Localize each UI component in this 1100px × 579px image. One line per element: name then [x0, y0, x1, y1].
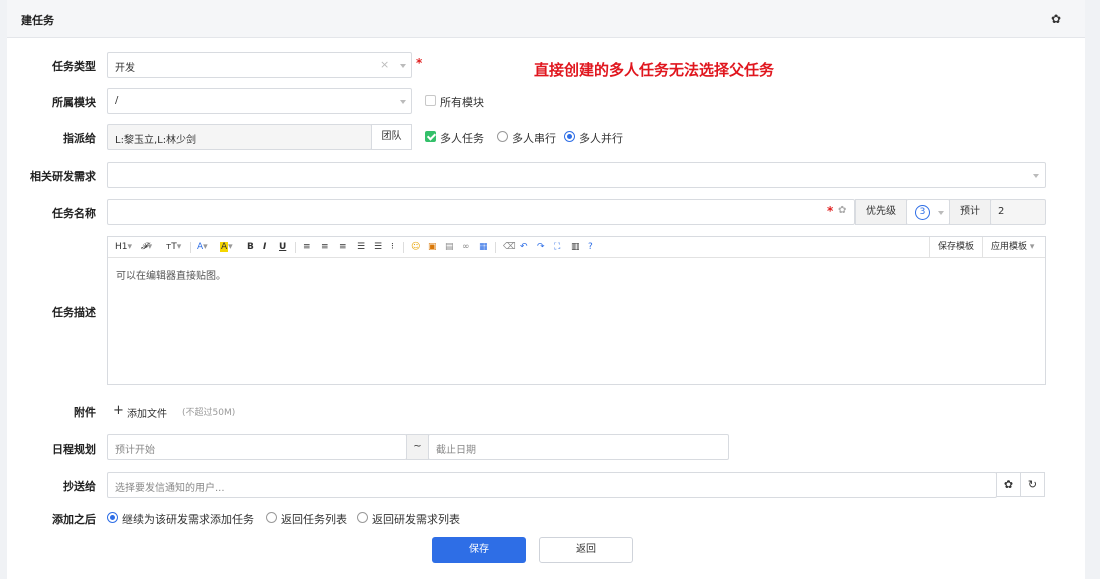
chevron-down-icon — [400, 64, 406, 68]
all-modules-label: 所有模块 — [440, 96, 484, 109]
task-name-input[interactable]: * ✿ — [107, 199, 855, 225]
required-marker: * — [416, 56, 423, 70]
toolbar-separator — [495, 242, 496, 253]
after-option-task-list-label: 返回任务列表 — [281, 513, 347, 526]
after-create-label: 添加之后 — [52, 513, 96, 526]
add-file-button[interactable]: 添加文件 — [127, 405, 167, 420]
background-color-button[interactable]: A▾ — [220, 241, 233, 253]
task-type-label: 任务类型 — [52, 60, 96, 73]
heading-button[interactable]: H1▾ — [115, 241, 132, 253]
after-option-continue-label: 继续为该研发需求添加任务 — [122, 513, 254, 526]
after-option-task-list-radio[interactable] — [266, 512, 277, 523]
help-icon[interactable]: ? — [588, 241, 593, 253]
page-title: 建任务 — [21, 14, 54, 27]
redo-icon[interactable]: ↷ — [537, 241, 545, 253]
parallel-label: 多人并行 — [579, 132, 623, 145]
eraser-icon[interactable]: ⌫ — [503, 241, 516, 253]
story-label: 相关研发需求 — [30, 170, 96, 183]
assignee-value: L:黎玉立,L:林少剑 — [115, 135, 197, 146]
toolbar-separator — [403, 242, 404, 253]
module-select[interactable]: / — [107, 88, 412, 114]
task-name-label: 任务名称 — [52, 207, 96, 220]
description-editor[interactable]: H1▾ 𝓕▾ тT▾ A▾ A▾ B I U ≡ ≡ ≡ ☰ ☰ ⁝ ☺ ▣ ▤… — [107, 236, 1046, 385]
bold-button[interactable]: B — [247, 241, 254, 253]
ordered-list-icon[interactable]: ☰ — [357, 241, 365, 253]
indent-icon[interactable]: ⁝ — [391, 241, 394, 253]
editor-placeholder: 可以在编辑器直接贴图。 — [116, 271, 226, 282]
palette-icon[interactable]: ✿ — [838, 205, 846, 216]
unordered-list-icon[interactable]: ☰ — [374, 241, 382, 253]
task-type-value: 开发 — [115, 63, 135, 74]
assignee-field[interactable]: L:黎玉立,L:林少剑 — [107, 124, 372, 150]
link-icon[interactable]: ∞ — [462, 241, 470, 253]
chevron-down-icon — [400, 100, 406, 104]
multi-task-label: 多人任务 — [440, 132, 484, 145]
multi-task-note: 直接创建的多人任务无法选择父任务 — [534, 61, 775, 79]
gear-icon[interactable]: ✿ — [996, 472, 1021, 497]
end-date-placeholder: 截止日期 — [436, 445, 476, 456]
end-date-input[interactable]: 截止日期 — [428, 434, 729, 460]
align-right-icon[interactable]: ≡ — [339, 241, 347, 253]
attachment-label: 附件 — [74, 406, 96, 419]
apply-template-button[interactable]: 应用模板 ▾ — [982, 237, 1042, 257]
priority-select[interactable]: 3 — [906, 199, 950, 225]
priority-value: 3 — [915, 205, 930, 220]
gear-icon[interactable]: ✿ — [1049, 12, 1063, 26]
multi-task-checkbox[interactable] — [425, 131, 436, 142]
chevron-down-icon — [938, 211, 944, 215]
font-size-button[interactable]: тT▾ — [166, 241, 181, 253]
undo-icon[interactable]: ↶ — [520, 241, 528, 253]
fullscreen-icon[interactable]: ⛶ — [554, 241, 560, 253]
priority-label: 优先级 — [855, 199, 907, 225]
after-option-story-list-label: 返回研发需求列表 — [372, 513, 460, 526]
source-icon[interactable]: ▥ — [571, 241, 580, 253]
file-size-limit: (不超过50M) — [182, 408, 236, 418]
estimate-input[interactable]: 2 — [990, 199, 1046, 225]
start-date-input[interactable]: 预计开始 — [107, 434, 407, 460]
mailto-placeholder: 选择要发信通知的用户... — [115, 483, 225, 494]
align-left-icon[interactable]: ≡ — [303, 241, 311, 253]
align-center-icon[interactable]: ≡ — [321, 241, 329, 253]
mailto-label: 抄送给 — [63, 480, 96, 493]
parallel-radio[interactable] — [564, 131, 575, 142]
font-color-button[interactable]: A▾ — [197, 241, 208, 253]
panel-header: 建任务 ✿ — [7, 0, 1085, 38]
story-select[interactable] — [107, 162, 1046, 188]
save-button[interactable]: 保存 — [432, 537, 526, 563]
schedule-label: 日程规划 — [52, 443, 96, 456]
required-marker: * — [827, 204, 834, 218]
clear-icon[interactable]: × — [380, 58, 389, 71]
estimate-value: 2 — [998, 206, 1005, 217]
module-label: 所属模块 — [52, 96, 96, 109]
table-icon[interactable]: ▦ — [479, 241, 488, 253]
date-separator: ~ — [406, 434, 429, 460]
image-icon[interactable]: ▣ — [428, 241, 437, 253]
code-icon[interactable]: ▤ — [445, 241, 454, 253]
chevron-down-icon — [1033, 174, 1039, 178]
all-modules-checkbox[interactable] — [425, 95, 436, 106]
serial-radio[interactable] — [497, 131, 508, 142]
editor-toolbar: H1▾ 𝓕▾ тT▾ A▾ A▾ B I U ≡ ≡ ≡ ☰ ☰ ⁝ ☺ ▣ ▤… — [108, 237, 1045, 258]
emoji-icon[interactable]: ☺ — [411, 241, 420, 253]
plus-icon[interactable]: + — [113, 403, 124, 418]
refresh-icon[interactable]: ↻ — [1020, 472, 1045, 497]
module-value: / — [115, 95, 119, 106]
task-type-select[interactable]: 开发 × — [107, 52, 412, 78]
toolbar-separator — [295, 242, 296, 253]
back-button[interactable]: 返回 — [539, 537, 633, 563]
after-option-continue-radio[interactable] — [107, 512, 118, 523]
save-template-button[interactable]: 保存模板 — [929, 237, 982, 257]
description-label: 任务描述 — [52, 306, 96, 319]
serial-label: 多人串行 — [512, 132, 556, 145]
toolbar-separator — [190, 242, 191, 253]
estimate-label: 预计 — [949, 199, 991, 225]
underline-button[interactable]: U — [279, 241, 286, 253]
italic-button[interactable]: I — [263, 241, 266, 253]
after-option-story-list-radio[interactable] — [357, 512, 368, 523]
font-family-button[interactable]: 𝓕▾ — [141, 241, 152, 253]
team-button[interactable]: 团队 — [371, 124, 412, 150]
assign-label: 指派给 — [63, 132, 96, 145]
mailto-input[interactable]: 选择要发信通知的用户... — [107, 472, 997, 498]
start-date-placeholder: 预计开始 — [115, 445, 155, 456]
